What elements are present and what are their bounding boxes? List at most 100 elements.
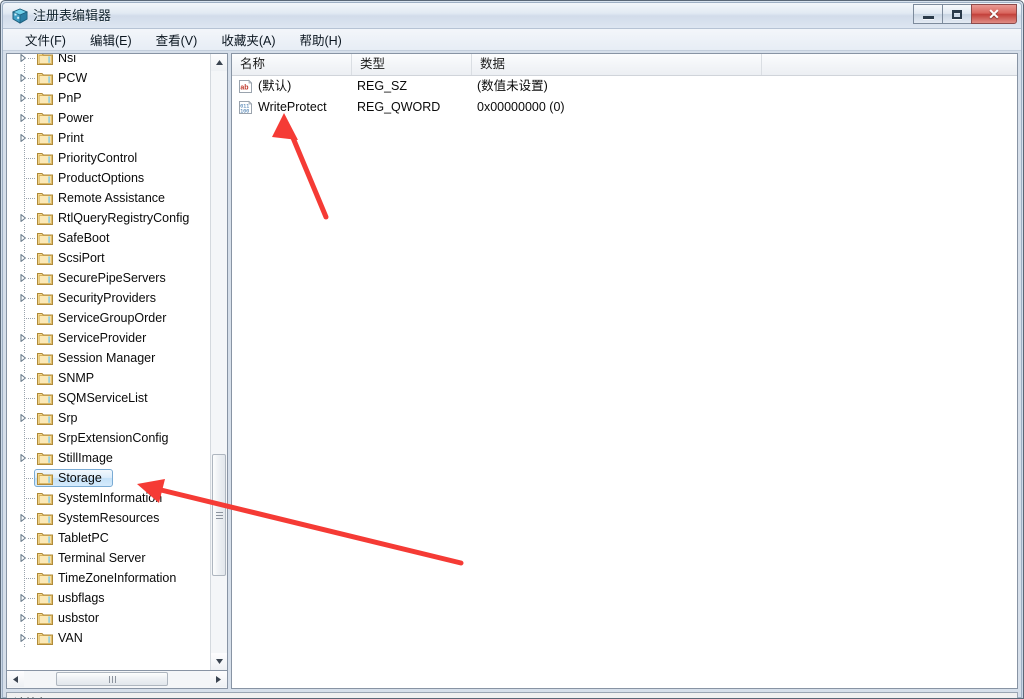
expand-arrow-icon[interactable] [18, 133, 28, 143]
tree-horizontal-scrollbar[interactable] [6, 671, 228, 689]
close-button[interactable]: ✕ [971, 4, 1017, 24]
tree-item-terminal-server[interactable]: Terminal Server [7, 548, 210, 568]
chevron-right-icon [216, 675, 221, 683]
expand-arrow-icon[interactable] [18, 213, 28, 223]
expand-arrow-icon[interactable] [18, 273, 28, 283]
tree-item-label: PnP [58, 91, 82, 105]
tree-item-securityproviders[interactable]: SecurityProviders [7, 288, 210, 308]
tree-item-usbflags[interactable]: usbflags [7, 588, 210, 608]
tree-item-label: Storage [58, 471, 102, 485]
tree-item-pcw[interactable]: PCW [7, 68, 210, 88]
client-area: Nsi PCW PnP Power Print PriorityControl Produc… [3, 51, 1021, 698]
menu-favorites[interactable]: 收藏夹(A) [211, 28, 285, 51]
folder-icon [37, 371, 53, 385]
folder-icon [37, 151, 53, 165]
expand-arrow-icon[interactable] [18, 353, 28, 363]
tree-item-snmp[interactable]: SNMP [7, 368, 210, 388]
expand-arrow-icon[interactable] [18, 73, 28, 83]
tree-item-srp[interactable]: Srp [7, 408, 210, 428]
maximize-button[interactable] [942, 4, 971, 24]
tree-item-session-manager[interactable]: Session Manager [7, 348, 210, 368]
scroll-up-button[interactable] [211, 54, 227, 71]
tree-item-scsiport[interactable]: ScsiPort [7, 248, 210, 268]
tree-item-tabletpc[interactable]: TabletPC [7, 528, 210, 548]
menu-edit[interactable]: 编辑(E) [80, 28, 142, 51]
tree-scrollbar-thumb[interactable] [212, 454, 226, 576]
column-header-name[interactable]: 名称 [232, 54, 352, 75]
tree-item-power[interactable]: Power [7, 108, 210, 128]
tree-item-rtlqueryregistryconfig[interactable]: RtlQueryRegistryConfig [7, 208, 210, 228]
expand-arrow-icon[interactable] [18, 553, 28, 563]
value-type: REG_QWORD [357, 100, 441, 114]
menu-help[interactable]: 帮助(H) [289, 28, 351, 51]
tree-item-safeboot[interactable]: SafeBoot [7, 228, 210, 248]
title-bar[interactable]: 注册表编辑器 ✕ [3, 3, 1021, 29]
scrollbar-grip-icon [215, 510, 223, 521]
expand-arrow-icon[interactable] [18, 453, 28, 463]
tree-item-label: TimeZoneInformation [58, 571, 177, 585]
tree-item-timezoneinformation[interactable]: TimeZoneInformation [7, 568, 210, 588]
folder-icon [37, 611, 53, 625]
minimize-button[interactable] [913, 4, 942, 24]
tree-item-stillimage[interactable]: StillImage [7, 448, 210, 468]
expand-arrow-icon[interactable] [18, 593, 28, 603]
column-header-type[interactable]: 类型 [352, 54, 472, 75]
window-controls: ✕ [913, 4, 1017, 24]
expand-arrow-icon[interactable] [18, 253, 28, 263]
tree-item-pnp[interactable]: PnP [7, 88, 210, 108]
tree-item-label: usbstor [58, 611, 99, 625]
expand-arrow-icon[interactable] [18, 373, 28, 383]
tree-item-serviceprovider[interactable]: ServiceProvider [7, 328, 210, 348]
expand-arrow-icon[interactable] [18, 113, 28, 123]
expand-arrow-icon[interactable] [18, 613, 28, 623]
tree-item-remote-assistance[interactable]: Remote Assistance [7, 188, 210, 208]
tree-item-label: Srp [58, 411, 78, 425]
tree-item-securepipeservers[interactable]: SecurePipeServers [7, 268, 210, 288]
svg-text:100: 100 [240, 108, 249, 114]
folder-icon [37, 231, 53, 245]
registry-editor-icon [11, 7, 29, 25]
folder-icon [37, 54, 53, 65]
expand-arrow-icon[interactable] [18, 333, 28, 343]
registry-tree: Nsi PCW PnP Power Print PriorityControl Produc… [7, 54, 210, 648]
folder-icon [37, 91, 53, 105]
string-value-icon: ab [238, 79, 253, 94]
value-row[interactable]: 011 100 WriteProtect REG_QWORD 0x00000000 (0… [232, 97, 1017, 118]
scroll-down-button[interactable] [211, 653, 227, 670]
tree-vertical-scrollbar[interactable] [210, 54, 227, 670]
folder-icon [37, 171, 53, 185]
tree-item-label: SecurePipeServers [58, 271, 166, 285]
value-row[interactable]: ab (默认) REG_SZ (数值未设置) [232, 76, 1017, 97]
tree-item-storage[interactable]: Storage [7, 468, 210, 488]
tree-item-print[interactable]: Print [7, 128, 210, 148]
tree-item-servicegrouporder[interactable]: ServiceGroupOrder [7, 308, 210, 328]
scroll-left-button[interactable] [7, 671, 24, 687]
tree-item-systeminformation[interactable]: SystemInformation [7, 488, 210, 508]
tree-item-nsi[interactable]: Nsi [7, 54, 210, 68]
expand-arrow-icon[interactable] [18, 93, 28, 103]
tree-item-van[interactable]: VAN [7, 628, 210, 648]
column-header-data[interactable]: 数据 [472, 54, 762, 75]
tree-item-prioritycontrol[interactable]: PriorityControl [7, 148, 210, 168]
menu-file[interactable]: 文件(F) [15, 28, 76, 51]
expand-arrow-icon[interactable] [18, 54, 28, 63]
expand-arrow-icon[interactable] [18, 513, 28, 523]
tree-item-label: Remote Assistance [58, 191, 165, 205]
tree-item-usbstor[interactable]: usbstor [7, 608, 210, 628]
tree-item-sqmservicelist[interactable]: SQMServiceList [7, 388, 210, 408]
folder-icon [37, 491, 53, 505]
expand-arrow-icon[interactable] [18, 633, 28, 643]
expand-arrow-icon[interactable] [18, 233, 28, 243]
tree-item-srpextensionconfig[interactable]: SrpExtensionConfig [7, 428, 210, 448]
tree-item-productoptions[interactable]: ProductOptions [7, 168, 210, 188]
menu-view[interactable]: 查看(V) [146, 28, 208, 51]
tree-item-label: RtlQueryRegistryConfig [58, 211, 190, 225]
tree-hscrollbar-thumb[interactable] [56, 672, 168, 686]
expand-arrow-icon[interactable] [18, 413, 28, 423]
scroll-right-button[interactable] [210, 671, 227, 687]
tree-item-systemresources[interactable]: SystemResources [7, 508, 210, 528]
tree-item-label: usbflags [58, 591, 105, 605]
expand-arrow-icon[interactable] [18, 293, 28, 303]
folder-icon [37, 131, 53, 145]
expand-arrow-icon[interactable] [18, 533, 28, 543]
